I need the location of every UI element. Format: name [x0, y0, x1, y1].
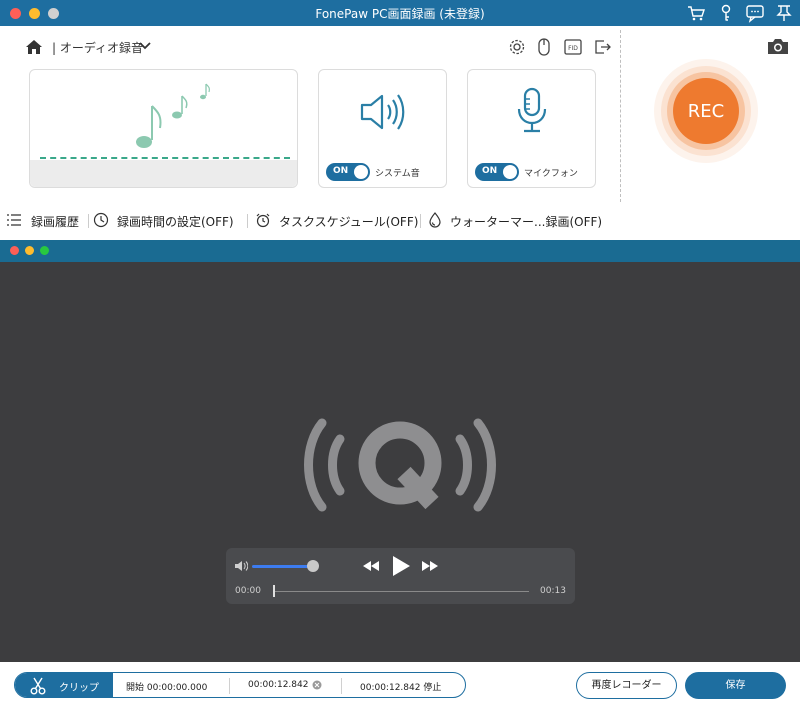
clip-end-time[interactable]: 00:00:12.842 停止: [360, 680, 441, 693]
clip-button[interactable]: クリップ: [15, 673, 113, 697]
play-icon[interactable]: [391, 555, 411, 577]
clock-icon: [93, 212, 109, 228]
volume-icon[interactable]: [234, 560, 248, 572]
preview-title-bar: [0, 240, 800, 262]
toggle-knob: [354, 165, 368, 179]
alarm-clock-icon: [256, 213, 270, 228]
water-drop-icon: [429, 212, 441, 228]
separator: [88, 214, 89, 228]
fonepaw-logo-icon: [304, 418, 496, 512]
system-sound-toggle-state: ON: [333, 166, 349, 176]
volume-slider[interactable]: [252, 565, 314, 568]
music-note-icon: [136, 83, 210, 148]
microphone-toggle[interactable]: ON: [475, 163, 519, 181]
mode-label[interactable]: | オーディオ録音: [52, 39, 143, 56]
recorder-window: FonePaw PC画面録画 (未登録) | オーディオ録音 FID ON シス…: [0, 0, 800, 240]
recorder-bottom-bar: 録画履歴 録画時間の設定(OFF) タスクスケジュール(OFF) ウォーターマー…: [0, 206, 620, 236]
system-sound-toggle[interactable]: ON: [326, 163, 370, 181]
progress-bar[interactable]: [273, 591, 529, 592]
microphone-toggle-state: ON: [482, 166, 498, 176]
system-sound-card: ON システム音: [318, 69, 447, 188]
title-bar: FonePaw PC画面録画 (未登録): [0, 0, 800, 26]
audio-card-footer: [30, 160, 297, 187]
watermark-button[interactable]: ウォーターマー...録画(OFF): [450, 213, 602, 230]
current-time: 00:00: [235, 586, 261, 596]
rec-button[interactable]: REC: [652, 57, 760, 165]
task-schedule-button[interactable]: タスクスケジュール(OFF): [279, 213, 418, 230]
audio-level-line: [40, 157, 290, 159]
microphone-label: マイクフォン: [524, 169, 578, 179]
record-again-button[interactable]: 再度レコーダー: [576, 672, 677, 699]
divider: [620, 30, 621, 202]
close-window-button[interactable]: [10, 246, 19, 255]
audio-visual-card: [29, 69, 298, 188]
clear-icon[interactable]: [312, 680, 322, 690]
clip-duration[interactable]: 00:00:12.842: [248, 680, 308, 690]
separator: [247, 214, 248, 228]
clip-range-group: クリップ 開始 00:00:00.000 00:00:12.842 00:00:…: [14, 672, 466, 698]
player-controls: 00:00 00:13: [226, 548, 575, 604]
volume-slider-knob[interactable]: [307, 560, 319, 572]
toggle-knob: [503, 165, 517, 179]
save-button[interactable]: 保存: [685, 672, 786, 699]
preview-window: 00:00 00:13: [0, 240, 800, 707]
camera-icon[interactable]: [766, 36, 790, 56]
clip-label: クリップ: [59, 683, 99, 694]
cart-icon[interactable]: [686, 3, 706, 23]
home-icon[interactable]: [24, 37, 44, 57]
clip-bar: クリップ 開始 00:00:00.000 00:00:12.842 00:00:…: [0, 662, 800, 707]
key-icon[interactable]: [716, 3, 736, 23]
fast-forward-icon[interactable]: [421, 560, 439, 572]
separator: [341, 678, 342, 694]
fps-icon[interactable]: FID: [563, 37, 583, 57]
window-title: FonePaw PC画面録画 (未登録): [315, 7, 485, 21]
microphone-card: ON マイクフォン: [467, 69, 596, 188]
pin-icon[interactable]: [774, 3, 794, 23]
feedback-icon[interactable]: [745, 3, 765, 23]
mouse-icon[interactable]: [534, 37, 554, 57]
scissors-icon: [30, 677, 46, 695]
system-sound-label: システム音: [375, 169, 420, 179]
chevron-down-icon[interactable]: [138, 39, 152, 53]
clip-start-time[interactable]: 開始 00:00:00.000: [126, 680, 207, 693]
total-time: 00:13: [540, 586, 566, 596]
speaker-icon: [360, 94, 405, 130]
microphone-icon: [517, 87, 547, 133]
record-time-setting-button[interactable]: 録画時間の設定(OFF): [117, 213, 234, 230]
svg-text:FID: FID: [568, 45, 578, 52]
list-icon: [7, 214, 21, 226]
rewind-icon[interactable]: [362, 560, 380, 572]
progress-playhead[interactable]: [273, 585, 275, 597]
zoom-window-button[interactable]: [40, 246, 49, 255]
history-button[interactable]: 録画履歴: [31, 213, 79, 230]
rec-label: REC: [687, 101, 725, 122]
minimize-window-button[interactable]: [25, 246, 34, 255]
gear-icon[interactable]: [507, 37, 527, 57]
separator: [420, 214, 421, 228]
export-icon[interactable]: [592, 37, 612, 57]
separator: [229, 678, 230, 694]
